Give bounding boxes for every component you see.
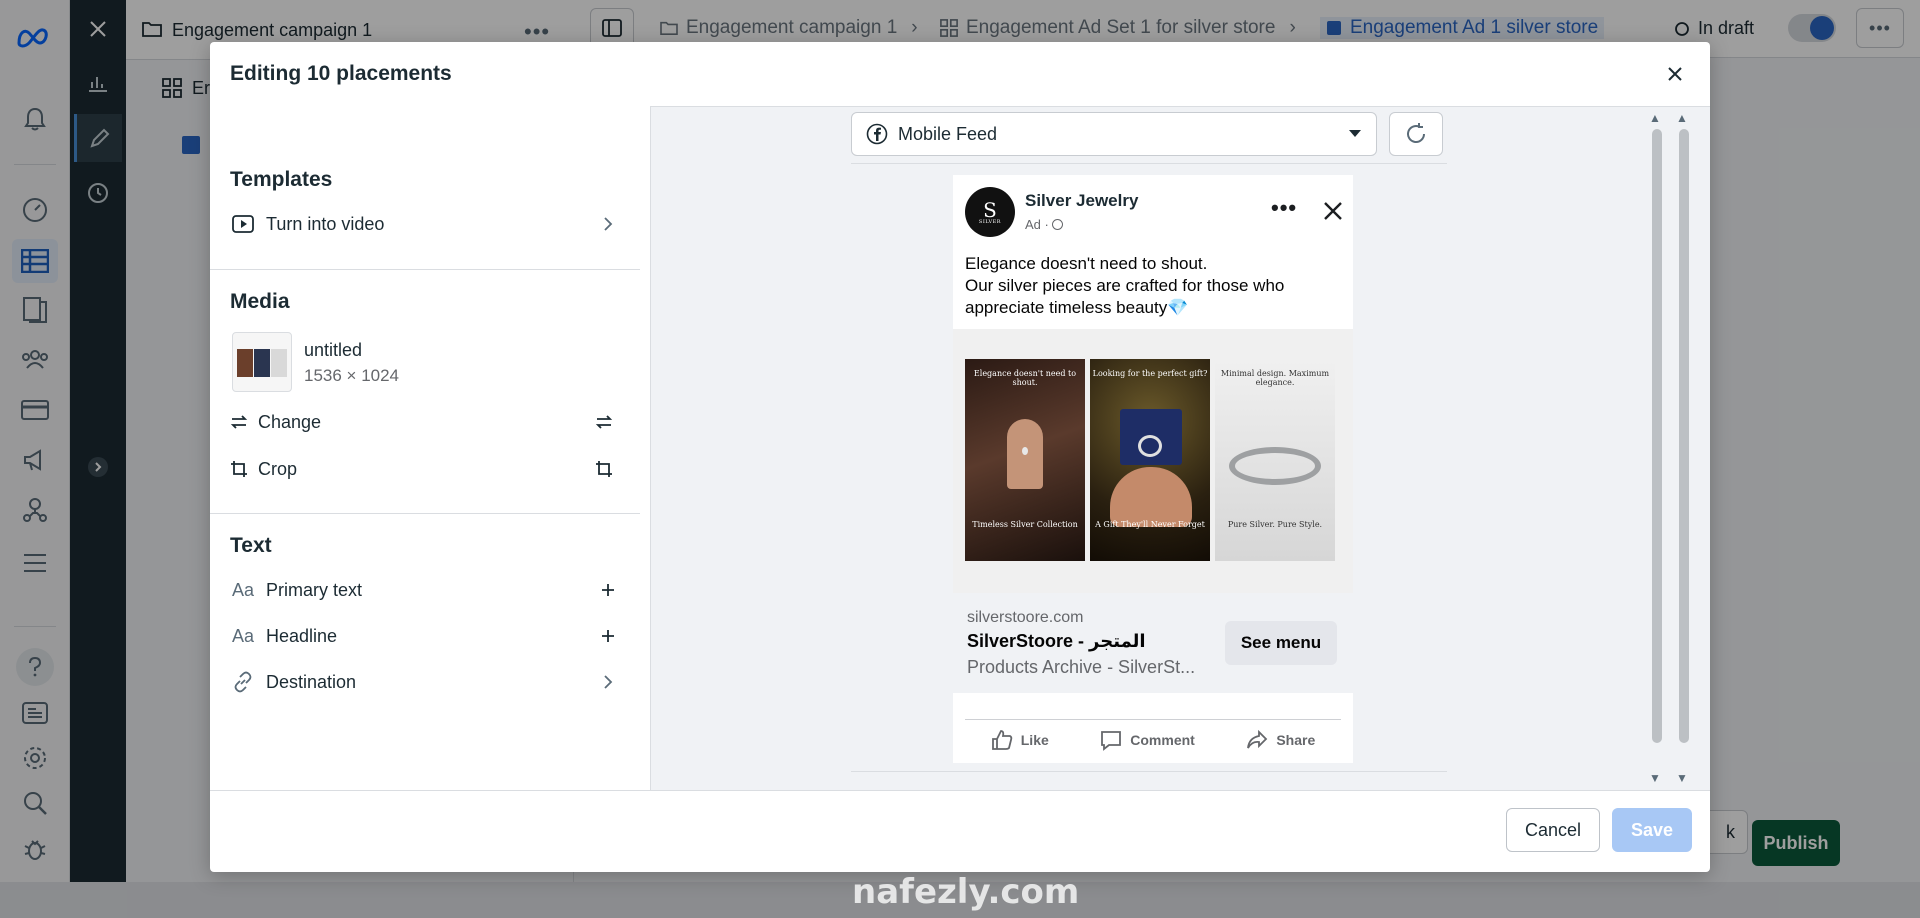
ad-preview-pane: Mobile Feed S SILVER Silver Jewelry Ad · — [650, 106, 1710, 790]
crop-icon — [592, 457, 616, 481]
save-button[interactable]: Save — [1612, 808, 1692, 852]
watermark-arabic: نفذلي — [870, 800, 1054, 870]
media-dimensions: 1536 × 1024 — [304, 366, 400, 385]
plus-icon[interactable] — [596, 578, 620, 602]
creative-tile-1: Elegance doesn't need to shout. Timeless… — [965, 359, 1085, 561]
scroll-up-arrow-icon[interactable]: ▲ — [1649, 111, 1661, 125]
watermark-logo: نفذلي nafezly.com — [852, 800, 1080, 914]
thumbs-up-icon — [991, 729, 1012, 750]
placement-value: Mobile Feed — [898, 123, 998, 144]
turn-into-video-row[interactable]: Turn into video — [230, 206, 620, 242]
video-icon — [230, 212, 256, 236]
text-format-icon: Aa — [231, 579, 255, 600]
destination-row[interactable]: Destination — [230, 664, 620, 700]
page-avatar: S SILVER — [965, 187, 1015, 237]
chevron-down-icon — [1349, 130, 1361, 137]
globe-icon — [1052, 219, 1064, 230]
dialog-title: Editing 10 placements — [230, 62, 452, 85]
link-description: Products Archive - SilverSt... — [967, 657, 1196, 677]
post-actions-bar: Like Comment Share — [965, 719, 1341, 759]
media-thumbnail[interactable] — [232, 332, 292, 392]
turn-into-video-label: Turn into video — [266, 213, 385, 234]
refresh-icon — [1407, 123, 1425, 143]
crop-icon — [226, 457, 252, 481]
sponsored-label: Ad · — [1025, 217, 1064, 232]
post-close-icon[interactable] — [1323, 201, 1343, 221]
cancel-button[interactable]: Cancel — [1506, 808, 1600, 852]
link-preview-box[interactable]: silverstoore.com SilverStoore - المتجر P… — [953, 593, 1353, 693]
link-title: SilverStoore - المتجر — [967, 631, 1146, 651]
swap-icon — [592, 410, 616, 434]
templates-heading: Templates — [230, 168, 333, 191]
chevron-right-icon — [596, 212, 620, 236]
text-format-icon: Aa — [231, 625, 255, 646]
creative-tile-3: Minimal design. Maximum elegance. Pure S… — [1215, 359, 1335, 561]
like-button[interactable]: Like — [991, 729, 1049, 751]
change-label: Change — [258, 411, 322, 432]
plus-icon[interactable] — [596, 624, 620, 648]
creative-tile-2: Looking for the perfect gift? A Gift The… — [1090, 359, 1210, 561]
comment-button[interactable]: Comment — [1100, 729, 1195, 751]
link-icon — [230, 670, 256, 694]
crop-media-row[interactable]: Crop — [226, 451, 616, 487]
see-menu-button[interactable]: See menu — [1225, 621, 1337, 665]
scroll-up-arrow-icon[interactable]: ▲ — [1676, 111, 1688, 125]
post-more-icon[interactable]: ••• — [1271, 195, 1297, 221]
post-body-text: Elegance doesn't need to shout. Our silv… — [965, 254, 1285, 317]
comment-icon — [1101, 730, 1122, 751]
change-media-row[interactable]: Change — [226, 404, 616, 440]
ad-post-preview: S SILVER Silver Jewelry Ad · ••• Eleganc… — [953, 175, 1353, 763]
crop-label: Crop — [258, 458, 298, 479]
media-heading: Media — [230, 290, 290, 313]
headline-label: Headline — [266, 625, 338, 646]
swap-icon — [226, 410, 252, 434]
refresh-preview-button[interactable] — [1389, 112, 1443, 156]
facebook-icon — [866, 123, 888, 145]
page-name: Silver Jewelry — [1025, 191, 1139, 210]
primary-text-row[interactable]: Aa Primary text — [230, 572, 620, 608]
primary-text-label: Primary text — [266, 579, 363, 600]
outer-scrollbar[interactable] — [1679, 129, 1689, 743]
close-icon[interactable] — [1663, 62, 1687, 86]
text-heading: Text — [230, 534, 272, 557]
placement-select[interactable]: Mobile Feed — [851, 112, 1377, 156]
edit-options-pane: Templates Turn into video Media untitled… — [210, 106, 640, 834]
link-domain: silverstoore.com — [967, 609, 1084, 626]
watermark-latin: nafezly.com — [852, 872, 1080, 912]
preview-scrollbar[interactable] — [1652, 129, 1662, 743]
destination-label: Destination — [266, 671, 357, 692]
scroll-down-arrow-icon[interactable]: ▼ — [1649, 771, 1661, 785]
media-file-name: untitled — [304, 340, 363, 360]
share-button[interactable]: Share — [1246, 729, 1315, 751]
scroll-down-arrow-icon[interactable]: ▼ — [1676, 771, 1688, 785]
share-icon — [1247, 729, 1268, 748]
headline-row[interactable]: Aa Headline — [230, 618, 620, 654]
chevron-right-icon — [596, 670, 620, 694]
edit-placements-dialog: Editing 10 placements Templates Turn int… — [210, 42, 1710, 872]
ad-creative-image[interactable]: Elegance doesn't need to shout. Timeless… — [953, 329, 1353, 593]
